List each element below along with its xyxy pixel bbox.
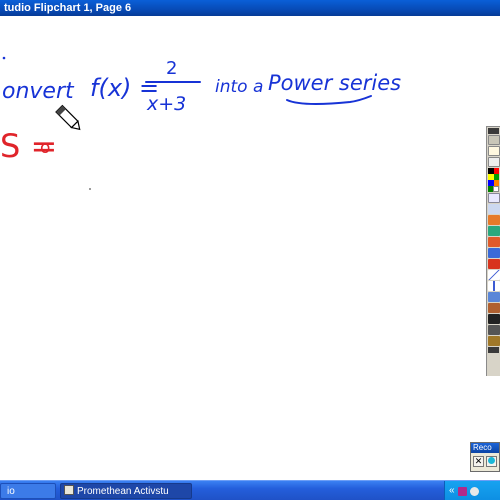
recorder-window[interactable]: Reco ✕	[470, 442, 500, 472]
library-icon[interactable]	[488, 303, 500, 313]
power-series-underline	[286, 95, 372, 105]
palette-grip[interactable]	[488, 128, 499, 134]
tool-palette[interactable]	[486, 126, 500, 376]
stray-dot	[89, 188, 91, 190]
tray-expand-icon[interactable]: «	[449, 486, 455, 496]
pen-icon[interactable]	[488, 204, 500, 214]
words-into-a: into a	[215, 77, 263, 97]
words-power-series: Power series	[268, 71, 401, 95]
notepad-icon[interactable]	[488, 146, 500, 156]
record-icon[interactable]	[486, 456, 497, 467]
fraction-numerator: 2	[166, 58, 177, 79]
taskbar-item-left[interactable]: io	[0, 483, 56, 499]
shape-tool-icon[interactable]	[488, 292, 500, 302]
close-icon[interactable]: ✕	[473, 456, 484, 467]
vertical-line-icon[interactable]	[488, 281, 500, 291]
highlighter-icon[interactable]	[488, 215, 500, 225]
tools-icon[interactable]	[488, 336, 500, 346]
line-tool-icon[interactable]	[488, 270, 500, 280]
page-icon[interactable]	[488, 135, 500, 145]
screen-capture-icon[interactable]	[488, 314, 500, 324]
ink-dot	[2, 56, 6, 60]
word-convert: onvert	[2, 79, 75, 104]
taskbar: io Promethean Activstu «	[0, 480, 500, 500]
pen-cursor-icon	[55, 104, 81, 131]
flipchart-canvas[interactable]: onvert f(x) = 2 x+3 into a Power series …	[0, 16, 500, 480]
window-title-bar[interactable]: tudio Flipchart 1, Page 6	[0, 0, 500, 16]
back-arrow-icon[interactable]	[488, 237, 500, 247]
taskbar-item-label: Promethean Activstu	[77, 486, 169, 497]
eraser-icon[interactable]	[488, 226, 500, 236]
camera-icon[interactable]	[488, 325, 500, 335]
tray-app-icon[interactable]	[457, 486, 467, 496]
undo-icon[interactable]	[488, 259, 500, 269]
palette-footer	[488, 347, 499, 353]
recorder-title: Reco	[471, 443, 499, 453]
red-trailing-mark: o	[40, 138, 50, 158]
flipchart-app-icon	[64, 485, 74, 495]
forward-arrow-icon[interactable]	[488, 248, 500, 258]
swatch-white[interactable]	[493, 186, 499, 192]
select-arrow-icon[interactable]	[488, 193, 500, 203]
system-tray: «	[444, 481, 500, 500]
window-title: tudio Flipchart 1, Page 6	[4, 2, 132, 14]
fraction-denominator: x+3	[146, 93, 186, 115]
handwriting-layer: onvert f(x) = 2 x+3 into a Power series …	[0, 56, 401, 190]
tray-status-icon[interactable]	[469, 486, 479, 496]
size-selector-icon[interactable]	[488, 157, 500, 167]
taskbar-item-activstudio[interactable]: Promethean Activstu	[60, 483, 192, 499]
